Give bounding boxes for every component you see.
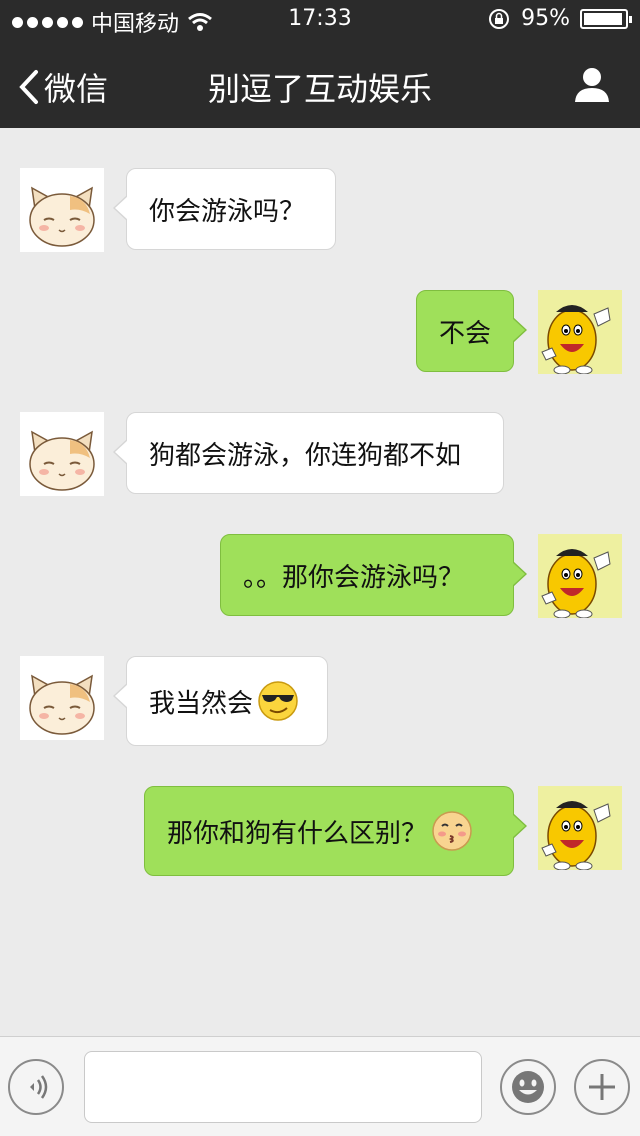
cat-face-icon [29, 186, 95, 247]
mascot-avatar[interactable] [538, 290, 622, 374]
battery-percent: 95% [521, 6, 570, 31]
battery-fill [584, 12, 622, 25]
cat-face-icon [29, 674, 95, 735]
mascot-avatar[interactable] [538, 786, 622, 870]
mascot-face-icon [538, 290, 622, 374]
cat-face-icon [29, 430, 95, 491]
message-text: 我当然会 [149, 688, 254, 719]
nav-bar: 微信 别逗了互动娱乐 [0, 40, 640, 128]
message-bubble-received[interactable]: 狗都会游泳，你连狗都不如 [113, 412, 504, 494]
cat-avatar[interactable] [20, 412, 104, 496]
message-text: 不会 [439, 318, 492, 349]
chat-area[interactable]: 你会游泳吗？ 不会 狗都会游泳，你连狗都不如 。。那你会游泳吗？ 我当然会 那你… [0, 128, 640, 1036]
status-right: 95% [487, 6, 632, 31]
message-input[interactable] [84, 1051, 482, 1123]
smiley-icon [512, 1071, 544, 1103]
battery-icon [580, 8, 632, 29]
mascot-face-icon [538, 786, 622, 870]
message-bubble-sent[interactable]: 那你和狗有什么区别？ [144, 786, 527, 876]
message-text: 你会游泳吗？ [149, 196, 306, 227]
mascot-avatar[interactable] [538, 534, 622, 618]
cat-avatar[interactable] [20, 656, 104, 740]
mascot-face-icon [538, 534, 622, 618]
chat-title: 别逗了互动娱乐 [207, 70, 432, 108]
voice-button[interactable] [8, 1059, 64, 1115]
emoji-button[interactable] [500, 1059, 556, 1115]
rotation-lock-icon [489, 8, 510, 29]
cat-avatar[interactable] [20, 168, 104, 252]
plus-icon [589, 1074, 615, 1100]
message-bubble-sent[interactable]: 不会 [416, 290, 527, 372]
message-bubble-sent[interactable]: 。。那你会游泳吗？ [220, 534, 527, 616]
person-icon[interactable] [572, 64, 612, 104]
message-text: 。。那你会游泳吗？ [243, 562, 465, 593]
add-button[interactable] [574, 1059, 630, 1115]
kiss-emoji [432, 811, 472, 851]
message-bubble-received[interactable]: 你会游泳吗？ [113, 168, 336, 250]
message-bubble-received[interactable]: 我当然会 [113, 656, 328, 746]
message-text: 那你和狗有什么区别？ [167, 818, 428, 849]
message-text: 狗都会游泳，你连狗都不如 [149, 440, 462, 471]
voice-icon [30, 1075, 48, 1099]
sunglasses-emoji [258, 681, 298, 721]
input-bar [0, 1036, 640, 1136]
status-bar: 中国移动 17:33 95% [0, 0, 640, 40]
